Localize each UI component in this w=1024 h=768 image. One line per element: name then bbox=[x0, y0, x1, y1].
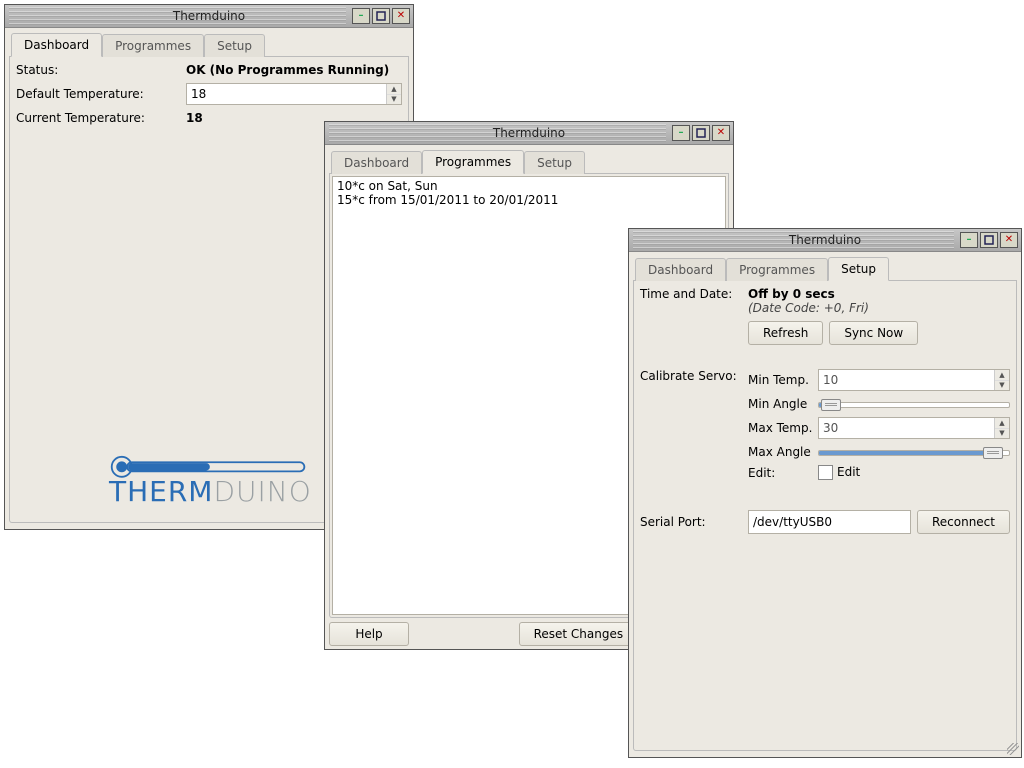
tab-bar: Dashboard Programmes Setup bbox=[329, 149, 729, 174]
tab-dashboard[interactable]: Dashboard bbox=[635, 258, 726, 281]
min-temp-spinner[interactable]: ▲▼ bbox=[818, 369, 1010, 391]
titlebar-grip bbox=[329, 124, 666, 142]
tab-dashboard[interactable]: Dashboard bbox=[331, 151, 422, 174]
status-label: Status: bbox=[16, 63, 186, 77]
default-temp-input[interactable] bbox=[187, 84, 386, 104]
refresh-button[interactable]: Refresh bbox=[748, 321, 823, 345]
edit-checkbox-label: Edit bbox=[837, 465, 860, 479]
tab-bar: Dashboard Programmes Setup bbox=[9, 32, 409, 57]
spin-down-icon[interactable]: ▼ bbox=[995, 429, 1009, 439]
reconnect-button[interactable]: Reconnect bbox=[917, 510, 1010, 534]
tab-programmes[interactable]: Programmes bbox=[422, 150, 524, 174]
status-value: OK (No Programmes Running) bbox=[186, 63, 389, 77]
spin-down-icon[interactable]: ▼ bbox=[995, 381, 1009, 391]
spin-up-icon[interactable]: ▲ bbox=[387, 84, 401, 95]
default-temp-label: Default Temperature: bbox=[16, 87, 186, 101]
tab-programmes[interactable]: Programmes bbox=[102, 34, 204, 57]
reset-changes-button[interactable]: Reset Changes bbox=[519, 622, 639, 646]
spin-up-icon[interactable]: ▲ bbox=[995, 370, 1009, 381]
spin-up-icon[interactable]: ▲ bbox=[995, 418, 1009, 429]
close-icon[interactable]: ✕ bbox=[712, 125, 730, 141]
max-angle-slider[interactable] bbox=[818, 445, 1010, 459]
minimize-icon[interactable]: – bbox=[672, 125, 690, 141]
spin-down-icon[interactable]: ▼ bbox=[387, 95, 401, 105]
default-temp-spinner[interactable]: ▲ ▼ bbox=[186, 83, 402, 105]
titlebar[interactable]: Thermduino – ✕ bbox=[629, 229, 1021, 252]
titlebar-grip bbox=[633, 231, 954, 249]
current-temp-label: Current Temperature: bbox=[16, 111, 186, 125]
checkbox-icon[interactable] bbox=[818, 465, 833, 480]
logo-text-bold: THERM bbox=[109, 475, 213, 508]
min-angle-slider[interactable] bbox=[818, 397, 1010, 411]
tab-setup[interactable]: Setup bbox=[524, 151, 585, 174]
sync-now-button[interactable]: Sync Now bbox=[829, 321, 918, 345]
minimize-icon[interactable]: – bbox=[352, 8, 370, 24]
min-temp-input[interactable] bbox=[819, 370, 994, 390]
window-setup: Thermduino – ✕ Dashboard Programmes Setu… bbox=[628, 228, 1022, 758]
titlebar[interactable]: Thermduino – ✕ bbox=[325, 122, 733, 145]
max-angle-label: Max Angle bbox=[748, 445, 818, 459]
calibrate-label: Calibrate Servo: bbox=[640, 369, 748, 383]
edit-checkbox[interactable]: Edit bbox=[818, 465, 860, 480]
edit-label: Edit: bbox=[748, 466, 818, 480]
maximize-icon[interactable] bbox=[692, 125, 710, 141]
logo-text-light: DUINO bbox=[213, 475, 311, 508]
close-icon[interactable]: ✕ bbox=[392, 8, 410, 24]
tab-programmes[interactable]: Programmes bbox=[726, 258, 828, 281]
serial-port-input[interactable] bbox=[748, 510, 911, 534]
tab-bar: Dashboard Programmes Setup bbox=[633, 256, 1017, 281]
help-button[interactable]: Help bbox=[329, 622, 409, 646]
max-temp-input[interactable] bbox=[819, 418, 994, 438]
titlebar-grip bbox=[9, 7, 346, 25]
time-date-sub: (Date Code: +0, Fri) bbox=[748, 301, 918, 315]
min-angle-label: Min Angle bbox=[748, 397, 818, 411]
min-temp-label: Min Temp. bbox=[748, 373, 818, 387]
tab-setup[interactable]: Setup bbox=[828, 257, 889, 281]
tab-dashboard[interactable]: Dashboard bbox=[11, 33, 102, 57]
minimize-icon[interactable]: – bbox=[960, 232, 978, 248]
resize-grip-icon[interactable] bbox=[1007, 743, 1019, 755]
close-icon[interactable]: ✕ bbox=[1000, 232, 1018, 248]
tab-setup[interactable]: Setup bbox=[204, 34, 265, 57]
maximize-icon[interactable] bbox=[372, 8, 390, 24]
time-date-value: Off by 0 secs bbox=[748, 287, 918, 301]
max-temp-label: Max Temp. bbox=[748, 421, 818, 435]
time-date-label: Time and Date: bbox=[640, 287, 748, 301]
maximize-icon[interactable] bbox=[980, 232, 998, 248]
max-temp-spinner[interactable]: ▲▼ bbox=[818, 417, 1010, 439]
serial-port-label: Serial Port: bbox=[640, 515, 748, 529]
titlebar[interactable]: Thermduino – ✕ bbox=[5, 5, 413, 28]
current-temp-value: 18 bbox=[186, 111, 203, 125]
